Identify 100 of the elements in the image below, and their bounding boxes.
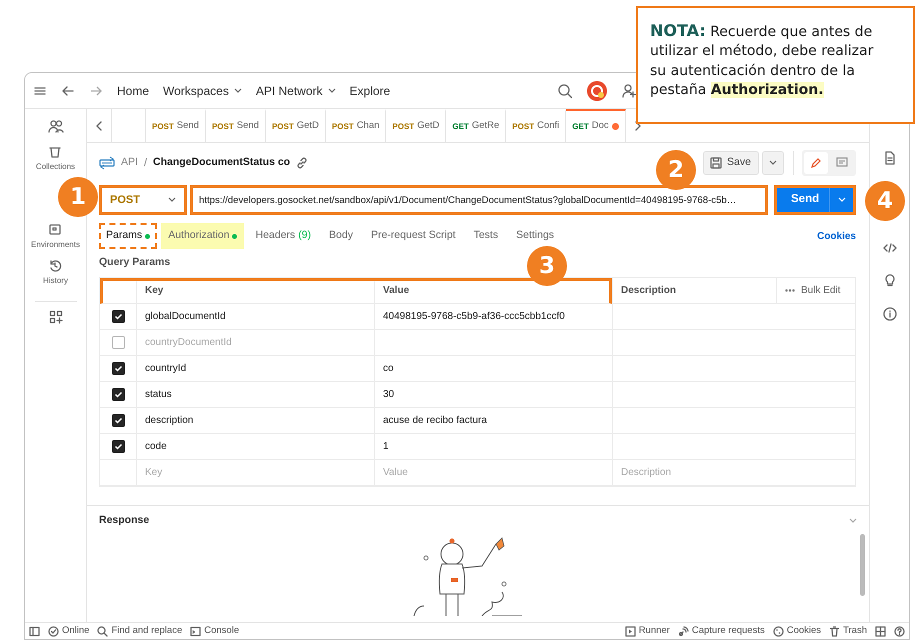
sidebar-label[interactable]: History — [43, 275, 68, 287]
info-icon[interactable] — [882, 307, 896, 321]
request-option-tab[interactable]: Settings — [509, 223, 562, 249]
status-bar-item[interactable]: Console — [190, 624, 240, 638]
add-user-icon[interactable] — [621, 82, 637, 98]
nav-link[interactable]: API Network — [256, 82, 336, 100]
bulk-edit-button[interactable]: Bulk Edit — [776, 278, 855, 304]
section-heading: Query Params — [99, 255, 170, 270]
request-tab[interactable]: GET Doc — [566, 109, 626, 142]
status-bar-item[interactable]: Trash — [829, 624, 867, 638]
save-button[interactable]: Save — [703, 151, 759, 175]
scroll-right-icon[interactable] — [634, 120, 642, 130]
send-button-group[interactable]: Send — [774, 185, 856, 215]
menu-icon[interactable] — [33, 84, 47, 96]
checkbox[interactable] — [112, 362, 124, 375]
back-icon[interactable] — [61, 84, 75, 96]
checkbox[interactable] — [112, 388, 124, 401]
column-header: Key — [136, 278, 374, 304]
play-icon — [624, 626, 636, 636]
request-option-tab[interactable]: Params — [99, 223, 158, 249]
key-input[interactable]: Key — [145, 460, 366, 485]
nav-link[interactable]: Explore — [350, 82, 390, 100]
request-option-tab[interactable]: Body — [322, 223, 360, 249]
nav-link[interactable]: Home — [117, 82, 150, 100]
table-cell[interactable]: acuse de recibo factura — [374, 408, 612, 434]
trash-icon — [829, 626, 840, 636]
table-cell[interactable]: code — [136, 434, 374, 460]
checkbox[interactable] — [112, 414, 124, 427]
column-header: Description — [612, 278, 776, 304]
status-bar-item[interactable]: Capture requests — [678, 624, 765, 638]
nav-link[interactable]: Workspaces — [163, 82, 242, 100]
status-bar-item[interactable]: Cookies — [772, 624, 822, 638]
search-icon[interactable] — [557, 82, 573, 98]
table-cell[interactable]: 1 — [374, 434, 612, 460]
caret-icon — [769, 160, 777, 166]
sidebar-toggle-icon[interactable] — [29, 626, 40, 636]
checkmark-icon — [114, 442, 122, 451]
layout-icon[interactable] — [875, 626, 886, 636]
url-field[interactable]: https://developers.gosocket.net/sandbox/api/v1/Document/ChangeDocumentStatus?globalDocumentId=40498195-9768-c5b… — [190, 185, 768, 215]
link-icon[interactable] — [296, 157, 308, 169]
lightbulb-icon[interactable] — [882, 273, 896, 287]
table-cell[interactable]: 40498195-9768-c5b9-af36-ccc5cbb1ccf0 — [374, 304, 612, 330]
monitor-icon — [48, 223, 62, 237]
table-cell[interactable]: co — [374, 356, 612, 382]
section-heading: Response — [99, 512, 150, 528]
request-title: ChangeDocumentStatus co — [153, 155, 290, 170]
sidebar-label[interactable]: Collections — [36, 161, 76, 173]
add-widget-icon[interactable] — [48, 310, 62, 324]
code-icon[interactable] — [882, 243, 896, 253]
caret-icon — [849, 518, 857, 524]
description-input[interactable]: Description — [621, 460, 847, 485]
scroll-left-icon[interactable] — [95, 120, 103, 130]
breadcrumb-link[interactable]: API — [121, 155, 138, 171]
caret-icon — [838, 197, 846, 203]
table-cell[interactable]: countryId — [136, 356, 374, 382]
request-option-tab[interactable]: Pre-request Script — [364, 223, 463, 249]
table-cell[interactable] — [612, 304, 855, 330]
caret-icon — [328, 88, 336, 94]
http-icon — [99, 156, 115, 170]
team-icon[interactable] — [48, 119, 64, 133]
note-text: NOTA: Recuerde que antes de utilizar el método, debe realizar su autenticación dentro de la pestaña Authorization. — [650, 20, 874, 100]
breadcrumb-separator: / — [144, 156, 147, 171]
status-bar-item[interactable]: Online — [48, 624, 90, 638]
table-cell[interactable]: 30 — [374, 382, 612, 408]
cookie-icon — [772, 626, 784, 636]
checkmark-icon — [114, 416, 122, 425]
edit-button[interactable] — [804, 152, 828, 174]
request-option-tab[interactable]: Tests — [466, 223, 506, 249]
avatar[interactable] — [587, 80, 607, 100]
checkbox[interactable] — [112, 310, 124, 323]
caret-icon — [234, 88, 242, 94]
sidebar-label[interactable]: Environments — [31, 239, 80, 251]
comment-icon — [836, 156, 848, 169]
checkmark-icon — [114, 390, 122, 399]
help-icon[interactable] — [894, 626, 905, 636]
check-circle-icon — [48, 626, 59, 636]
cookies-link[interactable]: Cookies — [817, 228, 856, 244]
value-input[interactable]: Value — [383, 460, 604, 485]
history-icon — [48, 259, 62, 273]
table-cell[interactable]: globalDocumentId — [136, 304, 374, 330]
caret-icon — [168, 197, 176, 203]
status-bar-item[interactable]: Find and replace — [97, 624, 182, 638]
table-cell[interactable]: description — [136, 408, 374, 434]
scrollbar[interactable] — [860, 534, 865, 596]
status-bar-item[interactable]: Runner — [624, 624, 670, 638]
checkmark-icon — [114, 312, 122, 321]
pencil-icon — [810, 156, 822, 169]
send-button[interactable]: Send — [777, 188, 829, 212]
satellite-icon — [678, 626, 689, 636]
more-icon[interactable] — [785, 288, 795, 292]
table-cell[interactable]: status — [136, 382, 374, 408]
document-icon[interactable] — [884, 151, 896, 165]
method-dropdown[interactable]: POST — [99, 185, 187, 215]
request-option-tab[interactable]: Authorization — [161, 223, 244, 249]
checkbox[interactable] — [112, 440, 124, 453]
request-option-tab[interactable]: Headers (9) — [248, 223, 318, 249]
search-icon — [97, 626, 108, 636]
console-icon — [190, 626, 202, 636]
trash-can-icon — [48, 145, 62, 159]
checkbox[interactable] — [112, 336, 124, 349]
